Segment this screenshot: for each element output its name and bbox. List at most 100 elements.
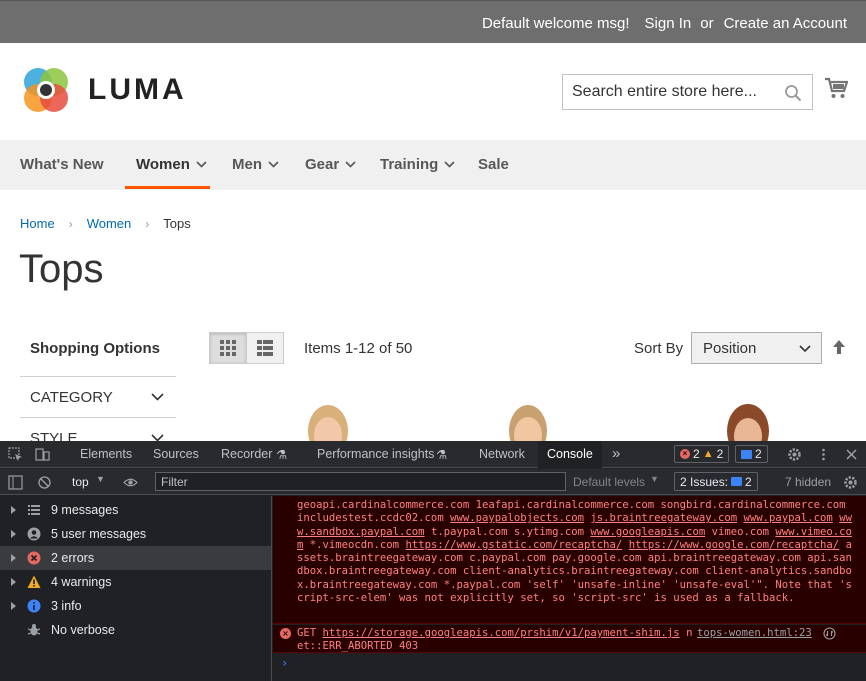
expand-triangle-icon (11, 554, 16, 562)
sidebar-item-messages[interactable]: 9 messages (0, 498, 271, 522)
product-image[interactable] (713, 395, 783, 441)
nav-item-gear[interactable]: Gear (305, 156, 356, 173)
sidebar-item-label: 2 errors (51, 551, 95, 565)
expand-triangle-icon (11, 530, 16, 538)
tab-recorder[interactable]: Recorder (221, 447, 272, 461)
sidebar-item-info[interactable]: 3 info (0, 594, 271, 618)
sort-direction-arrow-icon[interactable] (831, 339, 847, 355)
tab-performance-insights[interactable]: Performance insights (317, 447, 434, 461)
filter-category[interactable]: CATEGORY (20, 376, 176, 417)
nav-item-label: Gear (305, 156, 340, 173)
console-filter-input[interactable] (156, 473, 565, 490)
nav-item-women[interactable]: Women (136, 156, 207, 173)
sidebar-item-user-messages[interactable]: 5 user messages (0, 522, 271, 546)
chevron-down-icon (799, 345, 811, 353)
filter-label: CATEGORY (30, 389, 113, 406)
sort-label: Sort By (634, 340, 684, 357)
csp-link[interactable]: js.braintreegateway.com (590, 512, 737, 524)
create-account-link[interactable]: Create an Account (724, 15, 847, 32)
message-icon (731, 477, 743, 486)
search-icon[interactable] (784, 84, 802, 102)
csp-link[interactable]: https://www.google.com/recaptcha/ (629, 539, 839, 551)
issues-button[interactable]: 2 Issues: 2 (674, 472, 758, 491)
messages-badge[interactable]: 2 (735, 445, 768, 463)
badge-messages-count: 2 (755, 447, 762, 461)
console-output: geoapi.cardinalcommerce.com 1eafapi.card… (273, 496, 866, 681)
sort-select[interactable]: Position (691, 332, 822, 364)
product-photo (293, 395, 363, 441)
nav-item-label: Women (136, 156, 190, 173)
sidebar-toggle-icon[interactable] (8, 475, 23, 490)
device-toolbar-icon[interactable] (35, 447, 50, 462)
console-settings-gear-icon[interactable] (843, 475, 858, 490)
expand-triangle-icon (11, 506, 16, 514)
tab-network[interactable]: Network (479, 447, 525, 461)
panel-links: Default welcome msg! Sign In or Create a… (482, 15, 847, 32)
console-csp-error-message: geoapi.cardinalcommerce.com 1eafapi.card… (273, 496, 866, 624)
chevron-down-icon (151, 393, 164, 401)
devtools-tabbar: Elements Sources Recorder ⚗ Performance … (0, 441, 866, 468)
breadcrumb-current: Tops (163, 216, 191, 231)
issues-count: 2 (745, 474, 752, 489)
logo-text[interactable]: LUMA (88, 73, 187, 107)
nav-item-label: Sale (478, 156, 509, 173)
hidden-count: 7 hidden (785, 475, 832, 489)
network-request-icon[interactable] (823, 627, 836, 640)
product-image[interactable] (493, 395, 563, 441)
sidebar-item-label: 4 warnings (51, 575, 112, 589)
context-selector[interactable]: top (72, 475, 89, 489)
search-input[interactable] (563, 75, 773, 109)
error-url-link[interactable]: https://storage.googleapis.com/prshim/v1… (323, 627, 680, 639)
tab-sources[interactable]: Sources (153, 447, 199, 461)
search-box (562, 74, 813, 110)
user-icon (27, 527, 41, 541)
chevron-down-icon (444, 161, 455, 168)
sidebar-item-label: No verbose (51, 623, 115, 637)
csp-link[interactable]: www.googleapis.com (590, 526, 705, 538)
console-filter (155, 472, 566, 491)
eye-icon[interactable] (123, 475, 138, 490)
nav-item-whats-new[interactable]: What's New (20, 156, 104, 173)
tab-console[interactable]: Console (538, 441, 602, 468)
sidebar-item-warnings[interactable]: 4 warnings (0, 570, 271, 594)
breadcrumb-women[interactable]: Women (87, 216, 132, 231)
warning-icon: ▲ (702, 448, 714, 460)
csp-link[interactable]: www.paypal.com (744, 512, 833, 524)
nav-item-sale[interactable]: Sale (478, 156, 509, 173)
sidebar-item-errors[interactable]: 2 errors (0, 546, 271, 570)
tab-elements[interactable]: Elements (80, 447, 132, 461)
nav-item-label: Men (232, 156, 262, 173)
clear-console-icon[interactable] (37, 475, 52, 490)
nav-item-training[interactable]: Training (380, 156, 455, 173)
inspect-element-icon[interactable] (8, 447, 23, 462)
list-mode-button[interactable] (246, 332, 284, 364)
cart-icon[interactable] (824, 76, 848, 100)
close-icon[interactable] (844, 447, 859, 462)
flask-icon: ⚗ (436, 448, 448, 462)
sidebar-item-verbose[interactable]: No verbose (0, 618, 271, 642)
site-header: LUMA (0, 43, 866, 140)
nav-item-men[interactable]: Men (232, 156, 279, 173)
product-photo (493, 395, 563, 441)
sign-in-link[interactable]: Sign In (645, 15, 692, 32)
or-text: or (700, 15, 714, 32)
product-image[interactable] (293, 395, 363, 441)
errors-warnings-badge[interactable]: × 2 ▲ 2 (674, 445, 730, 463)
chevron-down-icon (345, 161, 356, 168)
error-source-link[interactable]: tops-women.html:23 (697, 627, 812, 640)
csp-link[interactable]: www.paypalobjects.com (450, 512, 584, 524)
breadcrumb-home[interactable]: Home (20, 216, 55, 231)
grid-mode-button[interactable] (209, 332, 247, 364)
luma-logo[interactable] (20, 65, 72, 117)
csp-link[interactable]: https://www.gstatic.com/recaptcha/ (405, 539, 622, 551)
console-prompt-icon[interactable]: › (281, 656, 288, 670)
csp-text: vimeo.com (705, 525, 776, 538)
page-title: Tops (19, 247, 104, 291)
badge-warnings-count: 2 (716, 447, 724, 461)
settings-gear-icon[interactable] (787, 447, 802, 462)
more-tabs-icon[interactable]: » (612, 445, 620, 462)
more-options-icon[interactable] (816, 447, 831, 462)
expand-triangle-icon (11, 578, 16, 586)
nav-active-underline (125, 186, 210, 189)
default-levels-dropdown[interactable]: Default levels (573, 475, 645, 489)
